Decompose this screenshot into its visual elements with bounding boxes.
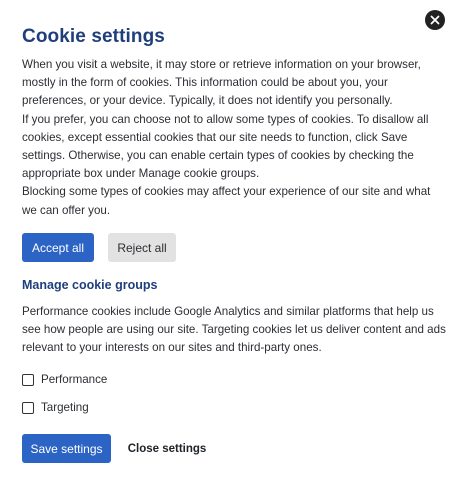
intro-paragraph: When you visit a website, it may store o… <box>22 58 421 108</box>
performance-option[interactable]: Performance <box>22 373 107 386</box>
performance-checkbox[interactable] <box>22 373 34 386</box>
intro-text: When you visit a website, it may store o… <box>22 56 447 220</box>
close-icon[interactable] <box>425 10 445 30</box>
performance-label: Performance <box>41 373 108 386</box>
dialog-title: Cookie settings <box>22 26 165 47</box>
cookie-settings-dialog: Cookie settings When you visit a website… <box>0 0 465 484</box>
targeting-checkbox[interactable] <box>22 401 34 414</box>
save-settings-button[interactable]: Save settings <box>22 434 111 463</box>
targeting-option[interactable]: Targeting <box>22 401 89 414</box>
reject-all-button[interactable]: Reject all <box>108 233 176 262</box>
intro-paragraph: If you prefer, you can choose not to all… <box>22 112 429 181</box>
accept-all-button[interactable]: Accept all <box>22 233 94 262</box>
manage-cookie-groups-text: Performance cookies include Google Analy… <box>22 305 446 355</box>
targeting-label: Targeting <box>41 401 89 414</box>
close-settings-button[interactable]: Close settings <box>126 434 208 463</box>
manage-cookie-groups-heading: Manage cookie groups <box>22 278 158 292</box>
intro-paragraph: Blocking some types of cookies may affec… <box>22 185 431 217</box>
